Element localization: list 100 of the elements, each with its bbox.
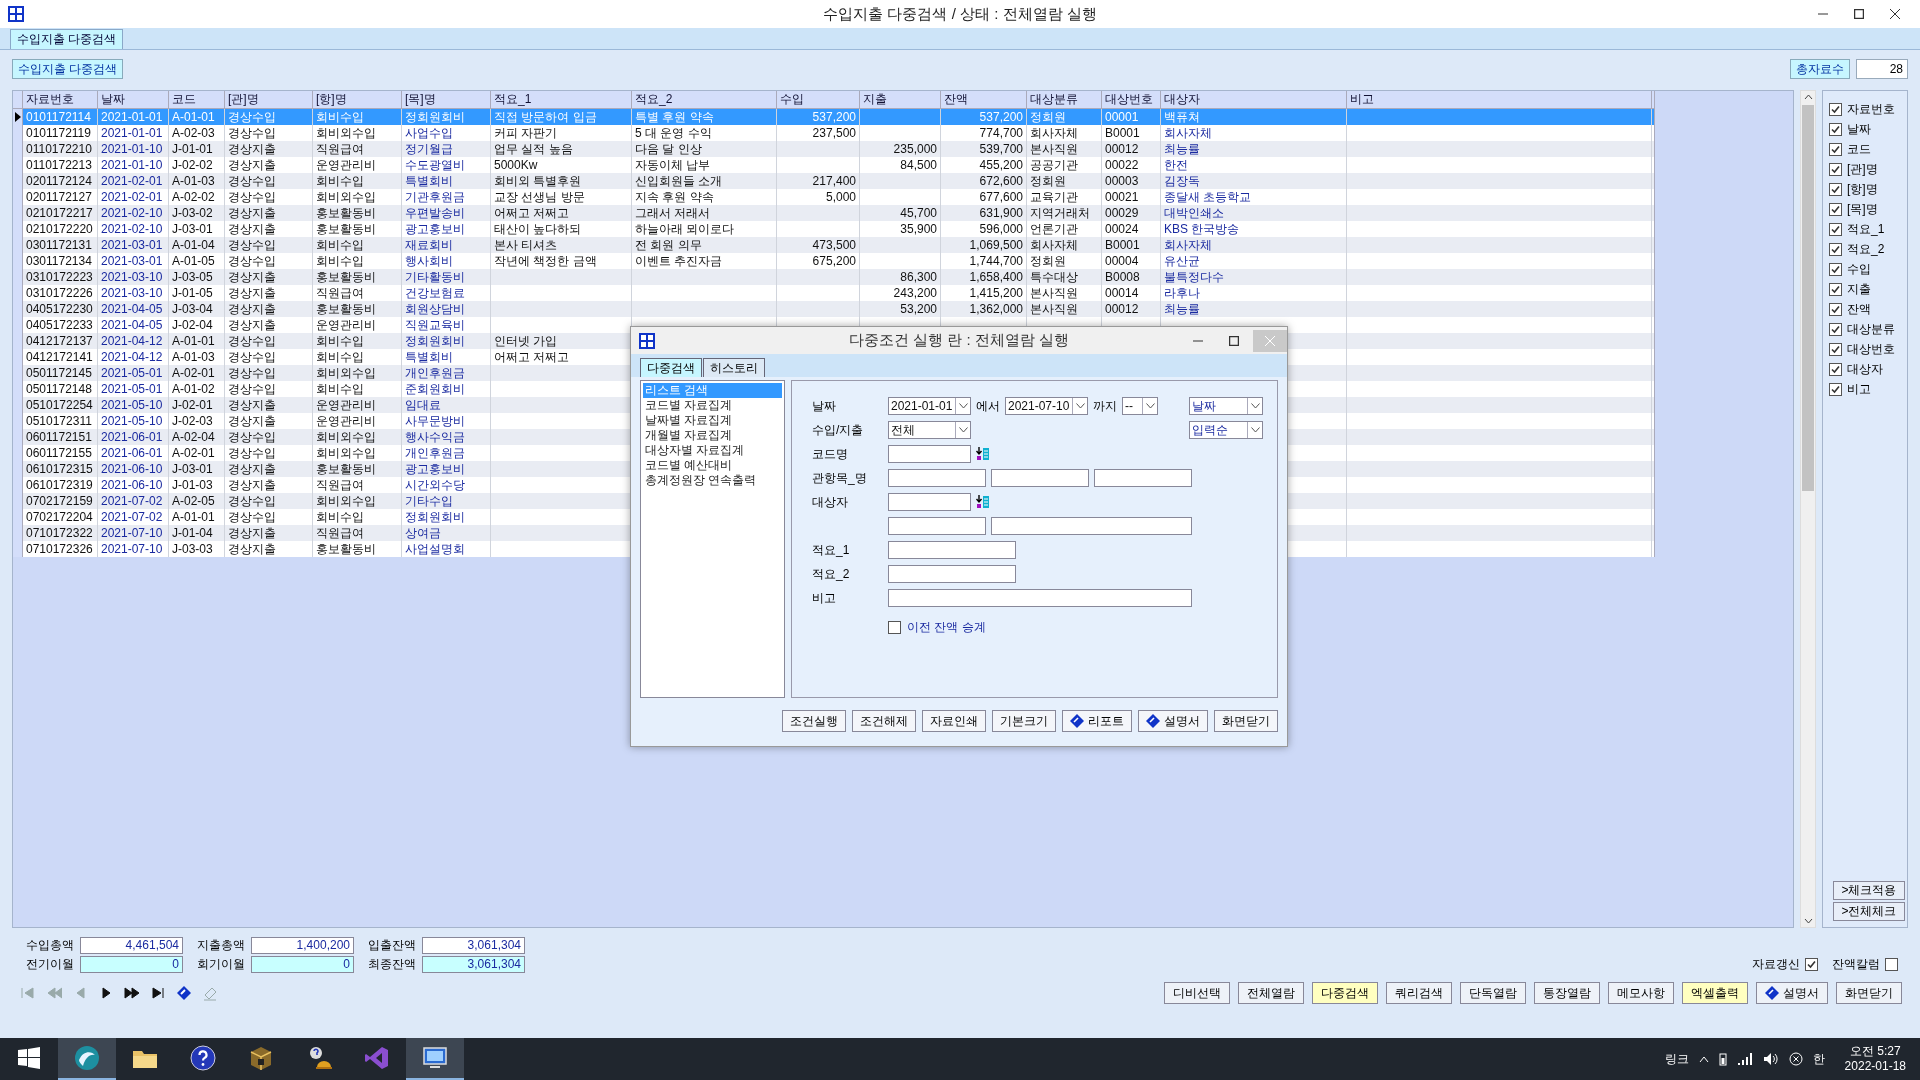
table-cell: 677,600	[979, 190, 1023, 204]
table-cell: A-01-03	[172, 350, 215, 364]
table-cell: 사무문방비	[405, 414, 465, 428]
table-cell: 2021-07-10	[101, 526, 163, 540]
table-cell: 2021-03-01	[101, 238, 163, 252]
table-cell: 00012	[1105, 142, 1139, 156]
table-cell: 5,000	[825, 190, 856, 204]
table-cell: 631,900	[979, 206, 1023, 220]
table-cell: A-02-02	[172, 190, 215, 204]
table-cell: J-02-01	[172, 398, 213, 412]
table-cell: 본사 티셔츠	[494, 238, 558, 252]
table-cell: 경상수입	[228, 110, 276, 124]
table-cell: J-02-03	[172, 414, 213, 428]
table-cell: 2021-01-01	[101, 110, 163, 124]
table-cell: 홍보활동비	[316, 206, 376, 220]
field-label: 수입/지출	[812, 421, 865, 439]
table-cell: 53,200	[900, 302, 937, 316]
table-cell: J-03-02	[172, 206, 213, 220]
table-cell: 지속 후원 약속	[635, 190, 714, 204]
table-cell: 경상수입	[228, 254, 276, 268]
table-cell: 0310172223	[26, 270, 93, 284]
table-cell: 사업설명회	[405, 542, 465, 556]
field-label: 관항목_명	[812, 469, 868, 487]
table-cell: 기관후원금	[405, 190, 465, 204]
table-cell: 2021-06-10	[101, 478, 163, 492]
table-cell: 00001	[1105, 110, 1139, 124]
table-cell: 경상지출	[228, 398, 276, 412]
table-cell: A-01-02	[172, 382, 215, 396]
table-cell: A-01-05	[172, 254, 215, 268]
table-cell: 경상수입	[228, 334, 276, 348]
table-cell: A-01-03	[172, 174, 215, 188]
table-cell: 상여금	[405, 526, 441, 540]
table-cell: 00012	[1105, 302, 1139, 316]
table-cell: 1,069,500	[969, 238, 1023, 252]
table-cell: 경상지출	[228, 206, 276, 220]
table-cell: 2021-06-01	[101, 446, 163, 460]
table-cell: 00003	[1105, 174, 1139, 188]
table-cell: 경상수입	[228, 446, 276, 460]
table-cell: 어쩌고 저쩌고	[494, 206, 570, 220]
table-cell: 최능률	[1164, 142, 1200, 156]
table-cell: 특별회비	[405, 174, 453, 188]
table-cell: 0610172315	[26, 462, 93, 476]
table-cell: 5000Kw	[494, 158, 538, 172]
table-cell: A-02-03	[172, 126, 215, 140]
table-cell: 0610172319	[26, 478, 93, 492]
table-cell: 회비수입	[316, 334, 364, 348]
table-cell: 공공기관	[1030, 158, 1078, 172]
table-cell: 회사자체	[1164, 126, 1212, 140]
checkbox-label: 대상분류	[1847, 320, 1895, 338]
table-cell: 경상수입	[228, 382, 276, 396]
table-cell: 하늘아래 뫼이로다	[635, 222, 735, 236]
table-cell: 홍보활동비	[316, 302, 376, 316]
table-cell: 본사직원	[1030, 142, 1078, 156]
table-cell: 업무 실적 높음	[494, 142, 573, 156]
table-cell: 교장 선생님 방문	[494, 190, 585, 204]
table-cell: J-03-05	[172, 270, 213, 284]
summary-label: 지출총액	[196, 937, 245, 954]
table-cell: 경상지출	[228, 286, 276, 300]
from-label: 에서	[976, 397, 1000, 415]
table-cell: 준회원회비	[405, 382, 465, 396]
table-cell: J-01-03	[172, 478, 213, 492]
table-cell: 84,500	[900, 158, 937, 172]
table-cell: J-01-01	[172, 142, 213, 156]
table-cell: 237,500	[812, 126, 856, 140]
table-cell: 개인후원금	[405, 366, 465, 380]
table-cell: 언론기관	[1030, 222, 1078, 236]
table-cell: 경상지출	[228, 478, 276, 492]
table-cell: 전 회원 의무	[635, 238, 702, 252]
table-cell: 675,200	[812, 254, 856, 268]
table-cell: J-02-02	[172, 158, 213, 172]
table-cell: J-01-05	[172, 286, 213, 300]
table-cell: 최능률	[1164, 302, 1200, 316]
table-cell: 회비수입	[316, 254, 364, 268]
summary-value: 4,461,504	[80, 937, 183, 954]
table-cell: 0110172213	[26, 158, 92, 172]
table-cell: 운영관리비	[316, 414, 376, 428]
table-cell: 건강보험료	[405, 286, 465, 300]
table-cell: 특별회비	[405, 350, 453, 364]
table-cell: 0301172131	[26, 238, 92, 252]
table-cell: 0412172141	[26, 350, 93, 364]
table-cell: 시간외수당	[405, 478, 465, 492]
summary-label: 전기이월	[25, 956, 74, 973]
table-cell: 정회원	[1030, 254, 1066, 268]
table-cell: KBS 한국방송	[1164, 222, 1240, 236]
table-cell: 1,658,400	[969, 270, 1023, 284]
table-cell: 경상지출	[228, 318, 276, 332]
table-cell: J-03-03	[172, 542, 213, 556]
table-cell: 774,700	[979, 126, 1023, 140]
table-cell: 회비외 특별후원	[494, 174, 582, 188]
table-cell: 0412172137	[26, 334, 93, 348]
table-cell: 직원교육비	[405, 318, 465, 332]
table-cell: 어쩌고 저쩌고	[494, 350, 570, 364]
table-cell: 정기월급	[405, 142, 453, 156]
table-cell: 0601172151	[26, 430, 92, 444]
table-cell: 회비수입	[316, 382, 364, 396]
table-cell: 라후나	[1164, 286, 1200, 300]
table-cell: 이벤트 추진자금	[635, 254, 723, 268]
table-cell: 2021-06-01	[101, 430, 163, 444]
table-cell: 경상수입	[228, 430, 276, 444]
checkbox-label: 적요_2	[1847, 240, 1885, 258]
